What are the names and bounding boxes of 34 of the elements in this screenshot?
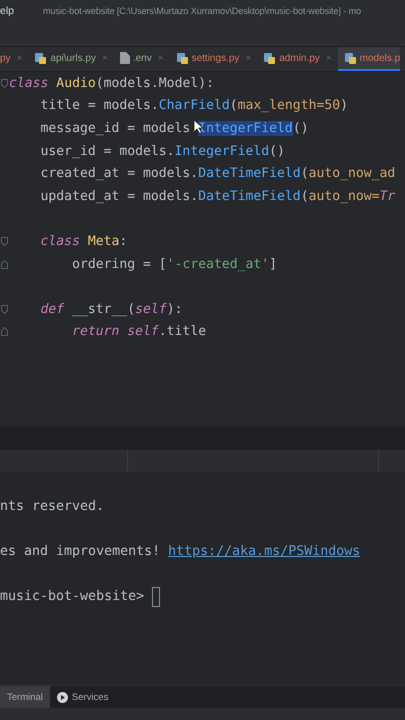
code-line: ordering = ['-created_at']: [72, 256, 278, 272]
play-icon: [56, 692, 68, 702]
close-icon[interactable]: ×: [158, 52, 164, 64]
close-icon[interactable]: ×: [102, 52, 108, 64]
terminal-text: nts reserved.: [0, 499, 104, 514]
code-line: class Audio(models.Model):: [9, 76, 214, 91]
terminal-link[interactable]: https://aka.ms/PSWindows: [168, 544, 360, 559]
close-icon[interactable]: ×: [16, 52, 22, 64]
code-line: updated_at = models.DateTimeField(auto_now=Tr: [40, 188, 396, 204]
python-file-icon: [344, 52, 357, 64]
python-file-icon: [34, 52, 48, 64]
file-icon: [120, 52, 130, 64]
terminal-text: music-bot-website>: [0, 589, 146, 604]
tool-window-tab[interactable]: Services: [50, 686, 116, 708]
file-tab[interactable]: models.p: [338, 47, 400, 71]
code-line: class Meta:: [40, 234, 128, 249]
menu-item[interactable]: elp: [0, 5, 43, 17]
code-line: user_id = models.IntegerField(): [40, 144, 285, 159]
python-file-icon: [176, 52, 189, 64]
code-line: title = models.CharField(max_length=50): [40, 98, 348, 114]
file-tab[interactable]: py ×: [0, 47, 28, 71]
tool-window-tab[interactable]: Terminal: [0, 686, 50, 708]
window-title: music-bot-website [C:\Users\Murtazo Xurramov\Desktop\music-bot-website] - mo: [43, 6, 361, 16]
code-line: def __str__(self):: [40, 302, 182, 317]
file-tab[interactable]: api\urls.py ×: [28, 47, 114, 71]
file-tab[interactable]: .env ×: [114, 47, 170, 71]
file-tab[interactable]: settings.py ×: [170, 47, 258, 71]
close-icon[interactable]: ×: [245, 52, 252, 64]
code-line: return self.title: [72, 324, 206, 340]
close-icon[interactable]: ×: [326, 52, 332, 64]
terminal-text: es and improvements!: [0, 544, 162, 559]
file-tab[interactable]: admin.py ×: [257, 47, 338, 71]
code-line: created_at = models.DateTimeField(auto_now_ad: [40, 166, 396, 182]
python-file-icon: [263, 52, 276, 64]
